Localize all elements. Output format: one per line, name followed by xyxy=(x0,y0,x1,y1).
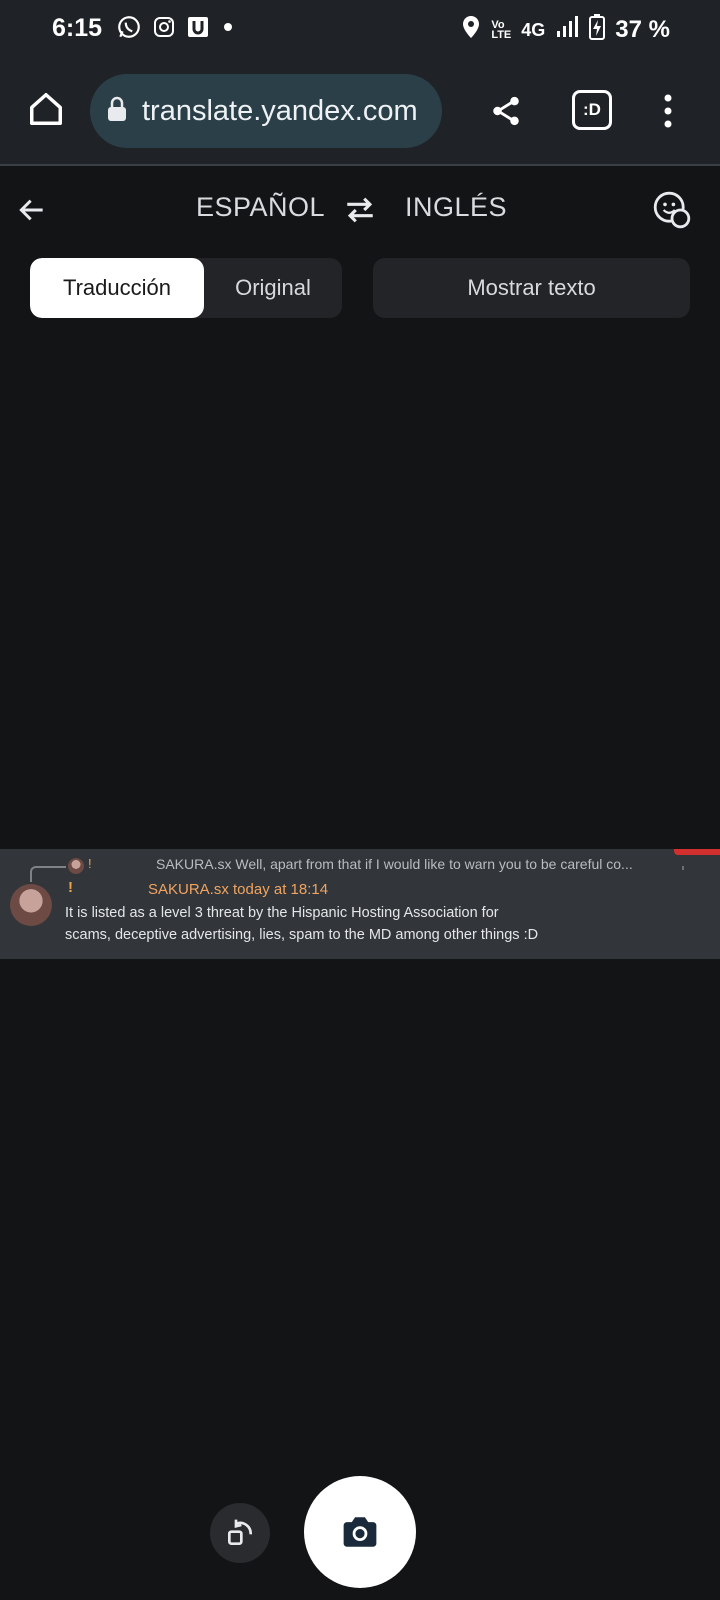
language-row: ESPAÑOL INGLÉS xyxy=(0,176,720,246)
swap-icon xyxy=(347,197,373,223)
translated-image: ! SAKURA.sx Well, apart from that if I w… xyxy=(0,849,720,959)
camera-button[interactable] xyxy=(304,1476,416,1588)
browser-toolbar: translate.yandex.com :D xyxy=(0,62,720,166)
user-menu-button[interactable] xyxy=(650,188,694,232)
volte-icon: Vo LTE xyxy=(491,19,512,41)
message-mark: ! xyxy=(68,879,73,896)
signal-icon xyxy=(555,15,579,45)
share-icon xyxy=(493,96,519,126)
status-indicators: Vo LTE 4G 37 % xyxy=(461,14,670,46)
more-vert-icon xyxy=(664,94,672,128)
reply-connector xyxy=(30,866,66,882)
back-button[interactable] xyxy=(12,190,52,230)
camera-icon xyxy=(343,1517,377,1547)
smiley-icon xyxy=(653,191,691,229)
tab-translation[interactable]: Traducción xyxy=(30,258,204,318)
status-time: 6:15 xyxy=(52,14,103,42)
rotate-button[interactable] xyxy=(210,1503,270,1563)
arrow-left-icon xyxy=(19,199,43,221)
reply-preview: SAKURA.sx Well, apart from that if I wou… xyxy=(156,856,633,872)
location-icon xyxy=(461,15,481,45)
instagram-icon xyxy=(152,15,176,44)
url-text: translate.yandex.com xyxy=(142,94,418,127)
battery-charging-icon xyxy=(589,14,606,46)
tabs-button[interactable]: :D xyxy=(572,90,612,130)
reply-mark: ! xyxy=(88,856,92,871)
whatsapp-icon xyxy=(116,14,142,45)
message-author: SAKURA.sx today at 18:14 xyxy=(148,881,329,898)
lock-icon xyxy=(106,96,128,127)
battery-percent: 37 % xyxy=(615,16,670,43)
reply-avatar xyxy=(68,858,84,874)
rotate-icon xyxy=(228,1519,252,1545)
home-icon xyxy=(30,93,62,125)
message-line-1: It is listed as a level 3 threat by the … xyxy=(65,905,499,921)
show-text-button[interactable]: Mostrar texto xyxy=(373,258,690,318)
scroll-mark xyxy=(682,866,684,870)
swap-languages-button[interactable] xyxy=(340,190,380,230)
menu-button[interactable] xyxy=(648,89,688,133)
url-bar[interactable]: translate.yandex.com xyxy=(90,74,442,148)
source-language[interactable]: ESPAÑOL xyxy=(196,192,325,223)
share-button[interactable] xyxy=(484,89,528,133)
status-bar: 6:15 Vo LTE 4G 37 % xyxy=(0,0,720,62)
image-corner-badge xyxy=(674,849,720,855)
tab-original[interactable]: Original xyxy=(204,258,342,318)
dot-icon xyxy=(220,15,236,44)
avatar xyxy=(10,884,52,926)
u-app-icon xyxy=(186,15,210,44)
message-line-2: scams, deceptive advertising, lies, spam… xyxy=(65,927,539,943)
home-button[interactable] xyxy=(24,87,68,131)
view-mode-toggle: Traducción Original xyxy=(30,258,342,318)
target-language[interactable]: INGLÉS xyxy=(405,192,507,223)
tab-badge: :D xyxy=(583,100,601,119)
network-type: 4G xyxy=(521,19,546,40)
notification-icons xyxy=(116,14,236,45)
